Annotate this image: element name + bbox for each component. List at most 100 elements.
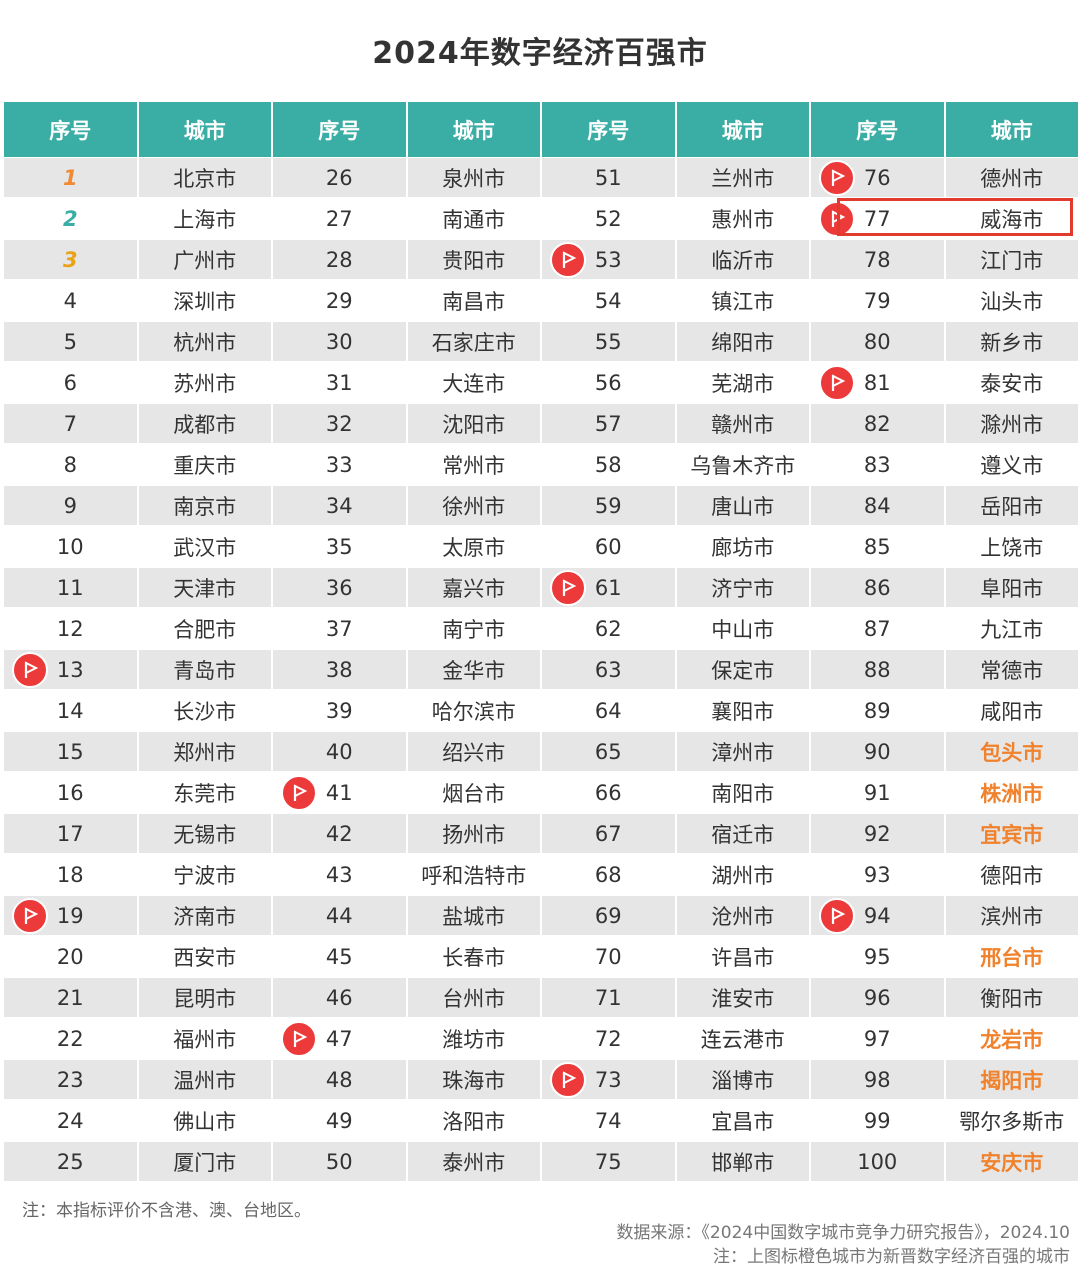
city-cell: 贵阳市 <box>407 239 540 280</box>
rank-cell: 86 <box>811 567 944 608</box>
rank-cell: 64 <box>542 690 675 731</box>
city-cell: 许昌市 <box>676 936 809 977</box>
city-name: 重庆市 <box>173 453 237 478</box>
ranking-table: 序号 城市 序号 城市 序号 城市 序号 城市 1 北京市 26 泉州市 51 兰州市 76 德州市 2 上海市… <box>2 102 1080 1182</box>
city-cell: 东莞市 <box>138 772 271 813</box>
rank-number: 100 <box>857 1149 898 1174</box>
rank-number: 30 <box>325 329 353 354</box>
city-cell: 泰安市 <box>945 362 1078 403</box>
rank-number: 6 <box>63 370 77 395</box>
city-cell: 苏州市 <box>138 362 271 403</box>
city-name: 咸阳市 <box>980 699 1044 724</box>
rank-cell: 79 <box>811 280 944 321</box>
rank-number: 28 <box>325 247 353 272</box>
flag-pin-icon <box>819 159 855 196</box>
city-name: 武汉市 <box>173 535 237 560</box>
rank-number: 51 <box>594 165 622 190</box>
city-name: 广州市 <box>173 248 237 273</box>
rank-number: 76 <box>863 165 891 190</box>
rank-cell: 9 <box>4 485 137 526</box>
city-name: 青岛市 <box>173 658 237 683</box>
rank-cell: 98 <box>811 1059 944 1100</box>
rank-cell: 99 <box>811 1100 944 1141</box>
data-source: 数据来源：《2024中国数字城市竞争力研究报告》，2024.10 <box>616 1223 1070 1243</box>
header-city: 城市 <box>676 102 809 157</box>
city-cell: 潍坊市 <box>407 1018 540 1059</box>
city-cell: 绍兴市 <box>407 731 540 772</box>
rank-cell: 54 <box>542 280 675 321</box>
rank-number: 10 <box>56 534 84 559</box>
city-name: 苏州市 <box>173 371 237 396</box>
city-name: 揭阳市 <box>980 1068 1044 1093</box>
city-name: 温州市 <box>173 1068 237 1093</box>
rank-number: 8 <box>63 452 77 477</box>
table-row: 25 厦门市 50 泰州市 75 邯郸市 100 安庆市 <box>4 1141 1078 1182</box>
rank-cell: 75 <box>542 1141 675 1182</box>
city-name: 常德市 <box>980 658 1044 683</box>
flag-pin-icon <box>281 1020 317 1057</box>
rank-number: 98 <box>863 1067 891 1092</box>
city-name: 宿迁市 <box>711 822 775 847</box>
table-row: 11 天津市 36 嘉兴市 61 济宁市 86 阜阳市 <box>4 567 1078 608</box>
city-cell: 佛山市 <box>138 1100 271 1141</box>
table-row: 10 武汉市 35 太原市 60 廊坊市 85 上饶市 <box>4 526 1078 567</box>
rank-cell: 40 <box>273 731 406 772</box>
rank-number: 92 <box>863 821 891 846</box>
city-name: 南宁市 <box>442 617 506 642</box>
city-name: 唐山市 <box>711 494 775 519</box>
rank-number: 97 <box>863 1026 891 1051</box>
rank-cell: 66 <box>542 772 675 813</box>
rank-number: 5 <box>63 329 77 354</box>
city-cell: 台州市 <box>407 977 540 1018</box>
table-body: 1 北京市 26 泉州市 51 兰州市 76 德州市 2 上海市 27 南通市 52 惠州市 77 威海市 3 广… <box>4 157 1078 1182</box>
city-name: 济南市 <box>173 904 237 929</box>
city-name: 淄博市 <box>711 1068 775 1093</box>
rank-cell: 4 <box>4 280 137 321</box>
city-cell: 惠州市 <box>676 198 809 239</box>
table-row: 7 成都市 32 沈阳市 57 赣州市 82 滁州市 <box>4 403 1078 444</box>
city-cell: 广州市 <box>138 239 271 280</box>
rank-number: 81 <box>863 370 891 395</box>
city-name: 淮安市 <box>711 986 775 1011</box>
city-cell: 厦门市 <box>138 1141 271 1182</box>
rank-cell: 93 <box>811 854 944 895</box>
rank-cell: 85 <box>811 526 944 567</box>
city-cell: 湖州市 <box>676 854 809 895</box>
rank-number: 96 <box>863 985 891 1010</box>
rank-number: 12 <box>56 616 84 641</box>
city-name: 芜湖市 <box>711 371 775 396</box>
rank-cell: 92 <box>811 813 944 854</box>
rank-number: 42 <box>325 821 353 846</box>
table-header-row: 序号 城市 序号 城市 序号 城市 序号 城市 <box>4 102 1078 157</box>
rank-cell: 70 <box>542 936 675 977</box>
rank-cell: 59 <box>542 485 675 526</box>
rank-cell: 81 <box>811 362 944 403</box>
rank-cell: 46 <box>273 977 406 1018</box>
rank-number: 24 <box>56 1108 84 1133</box>
city-name: 北京市 <box>173 166 237 191</box>
city-name: 包头市 <box>980 740 1044 765</box>
rank-cell: 76 <box>811 157 944 198</box>
rank-number: 32 <box>325 411 353 436</box>
header-rank: 序号 <box>273 102 406 157</box>
table-row: 21 昆明市 46 台州市 71 淮安市 96 衡阳市 <box>4 977 1078 1018</box>
city-cell: 邯郸市 <box>676 1141 809 1182</box>
city-cell: 安庆市 <box>945 1141 1078 1182</box>
city-cell: 常州市 <box>407 444 540 485</box>
rank-number: 61 <box>594 575 622 600</box>
city-cell: 盐城市 <box>407 895 540 936</box>
city-name: 福州市 <box>173 1027 237 1052</box>
city-name: 湖州市 <box>711 863 775 888</box>
city-cell: 九江市 <box>945 608 1078 649</box>
rank-number: 89 <box>863 698 891 723</box>
city-name: 泰安市 <box>980 371 1044 396</box>
city-name: 台州市 <box>442 986 506 1011</box>
city-cell: 宜宾市 <box>945 813 1078 854</box>
city-name: 遵义市 <box>980 453 1044 478</box>
city-cell: 宁波市 <box>138 854 271 895</box>
city-cell: 德州市 <box>945 157 1078 198</box>
city-cell: 揭阳市 <box>945 1059 1078 1100</box>
rank-number: 72 <box>594 1026 622 1051</box>
city-name: 珠海市 <box>442 1068 506 1093</box>
rank-cell: 80 <box>811 321 944 362</box>
